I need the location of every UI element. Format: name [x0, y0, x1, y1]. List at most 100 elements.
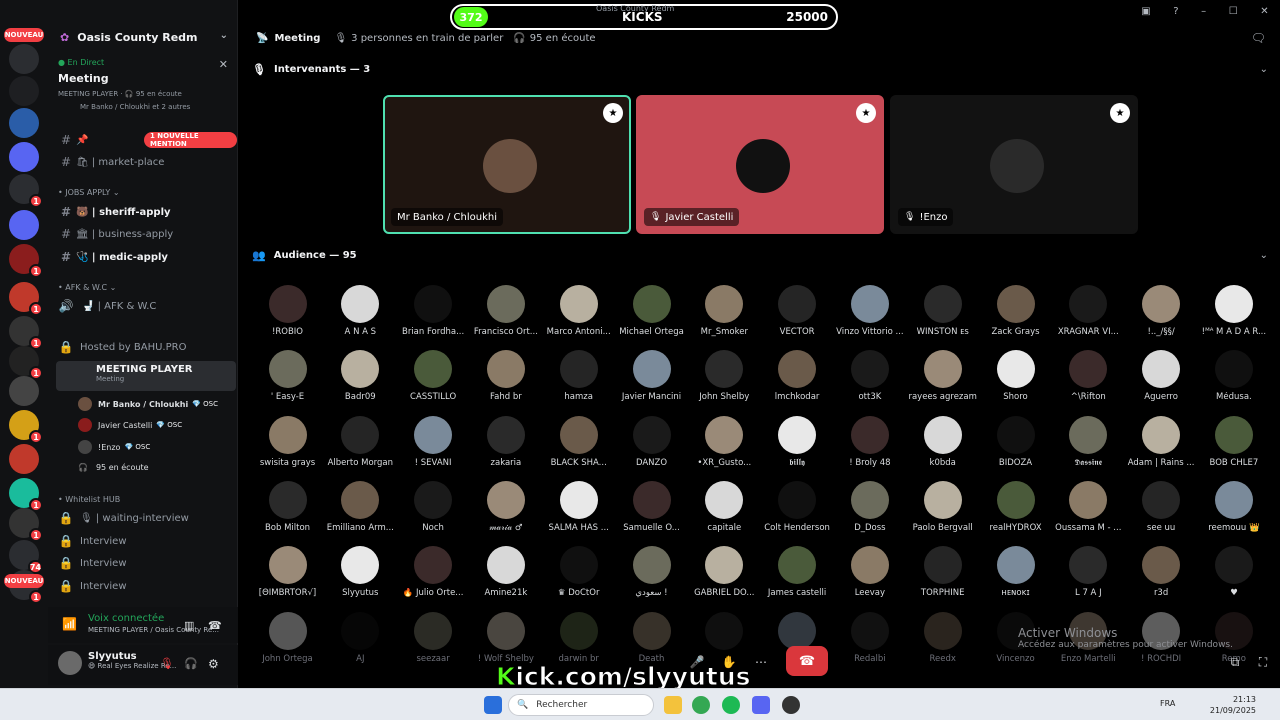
headphones-icon[interactable]: 🎧 — [184, 657, 198, 670]
audience-member[interactable]: AJ — [324, 611, 397, 664]
voice-user[interactable]: Mr Banko / Chloukhi 💎 OSC — [78, 394, 238, 414]
taskbar-clock[interactable]: 21:13 21/09/2025 — [1210, 694, 1256, 716]
audience-member[interactable]: Amine21k — [469, 546, 542, 598]
audience-member[interactable]: سعودي ! — [615, 546, 688, 598]
channel-waiting-interview[interactable]: 🔒 🎙 | waiting-interview — [56, 508, 236, 528]
server-icon[interactable]: 1 — [9, 478, 43, 512]
pin-icon[interactable]: ★ — [603, 103, 623, 123]
speaker-tile[interactable]: Mr Banko / Chloukhi ★ — [383, 95, 631, 234]
maximize-icon[interactable]: ☐ — [1229, 6, 1238, 17]
pin-icon[interactable]: ★ — [856, 103, 876, 123]
audience-member[interactable]: ♥ — [1197, 546, 1270, 598]
mention-badge[interactable]: 1 NOUVELLE MENTION — [144, 132, 237, 148]
obs-icon[interactable] — [782, 696, 800, 714]
gear-icon[interactable]: ⚙ — [208, 657, 219, 671]
chrome-icon[interactable] — [692, 696, 710, 714]
avatar[interactable] — [58, 651, 82, 675]
mic-muted-icon[interactable]: 🎙 — [160, 657, 174, 670]
audience-member[interactable]: L 7 A J — [1052, 546, 1125, 598]
channel-afk[interactable]: 🔊 🚽 | AFK & W.C — [56, 296, 236, 316]
voice-user[interactable]: Javier Castelli 💎 OSC — [78, 415, 238, 435]
audience-member[interactable]: Fahd br — [469, 350, 542, 402]
audience-header[interactable]: 👥 Audience — 95 — [252, 249, 357, 262]
audience-member[interactable]: capitale — [688, 480, 761, 533]
audience-member[interactable]: Michael Ortega — [615, 285, 688, 337]
audience-member[interactable]: realHYDROX — [979, 480, 1052, 533]
audience-member[interactable]: !ROBIO — [251, 285, 324, 337]
windows-start-icon[interactable] — [484, 696, 502, 714]
audience-member[interactable]: SALMA HAS ... — [542, 480, 615, 533]
server-icon[interactable] — [9, 76, 39, 106]
leave-stage-button[interactable]: ☎ — [786, 646, 828, 676]
audience-member[interactable]: rayees agrezam — [906, 350, 979, 402]
audience-member[interactable]: Slyyutus — [324, 546, 397, 598]
audience-member[interactable]: 🔥 Julio Orte... — [397, 546, 470, 598]
audience-member[interactable]: Emilliano Arm... — [324, 480, 397, 533]
audience-member[interactable]: James castelli — [761, 546, 834, 598]
audience-member[interactable]: Shoro — [979, 350, 1052, 402]
audience-member[interactable]: ' Easy-E — [251, 350, 324, 402]
audience-member[interactable]: r3d — [1125, 546, 1198, 598]
audience-member[interactable]: 𝖇𝖎𝖑𝖑𝖞 — [761, 415, 834, 468]
audience-member[interactable]: GABRIEL DO... — [688, 546, 761, 598]
voice-listeners[interactable]: 🎧 95 en écoute — [78, 457, 238, 477]
server-icon[interactable]: 1 — [9, 282, 43, 316]
server-icon[interactable] — [9, 108, 39, 138]
channel-interview[interactable]: 🔒 Interview — [56, 553, 236, 573]
channel-market-place[interactable]: # 🛍 | market-place — [56, 152, 236, 172]
audience-member[interactable]: •XR_Gusto... — [688, 415, 761, 468]
keyboard-language[interactable]: FRA — [1160, 699, 1175, 708]
chevron-down-icon[interactable]: ⌄ — [1260, 250, 1268, 261]
audience-member[interactable]: CASSTILLO — [397, 350, 470, 402]
server-icon[interactable]: 1 — [9, 244, 43, 278]
channel-business-apply[interactable]: # 🏛 | business-apply — [56, 224, 236, 244]
audience-member[interactable]: TORPHINE — [906, 546, 979, 598]
category-whitelist[interactable]: • Whitelist HUB — [58, 495, 120, 504]
channel-interview[interactable]: 🔒 Interview — [56, 531, 236, 551]
server-icon[interactable]: 1 — [9, 410, 43, 444]
server-icon[interactable] — [9, 210, 39, 240]
file-explorer-icon[interactable] — [664, 696, 682, 714]
more-options-icon[interactable]: ⋯ — [750, 648, 772, 676]
audience-member[interactable]: ^\Rifton — [1052, 350, 1125, 402]
help-icon[interactable]: ? — [1173, 6, 1178, 17]
server-icon[interactable] — [9, 444, 39, 474]
server-icon[interactable]: 1 — [9, 316, 43, 350]
audience-member[interactable]: ott3K — [833, 350, 906, 402]
category-jobs-apply[interactable]: • JOBS APPLY ⌄ — [58, 188, 120, 197]
audience-member[interactable]: ! SEVANI — [397, 415, 470, 468]
audience-member[interactable]: Zack Grays — [979, 285, 1052, 337]
audience-member[interactable]: Leevay — [833, 546, 906, 598]
audience-member[interactable]: Vinzo Vittorio ... — [833, 285, 906, 337]
audience-member[interactable]: reemouu 👑 — [1197, 480, 1270, 533]
fullscreen-icon[interactable]: ⛶ — [1254, 648, 1272, 676]
voice-user[interactable]: !Enzo 💎 OSC — [78, 437, 238, 457]
audience-member[interactable]: DANZO — [615, 415, 688, 468]
server-icon[interactable] — [9, 142, 39, 172]
audience-member[interactable]: !ᴹᴬ M A D A R... — [1197, 285, 1270, 337]
channel-sheriff-apply[interactable]: # 🐻 | sheriff-apply — [56, 202, 236, 222]
audience-member[interactable]: swisita grays — [251, 415, 324, 468]
inbox-icon[interactable]: ▣ — [1141, 6, 1150, 17]
pin-icon[interactable]: ★ — [1110, 103, 1130, 123]
audience-member[interactable]: ♛ DoCtOr — [542, 546, 615, 598]
audience-member[interactable]: lmchkodar — [761, 350, 834, 402]
audience-member[interactable]: Oussama M - ... — [1052, 480, 1125, 533]
minimize-icon[interactable]: – — [1201, 6, 1206, 17]
threads-icon[interactable]: 🗨 — [1251, 31, 1266, 45]
server-icon[interactable]: 1 — [9, 508, 43, 542]
audience-member[interactable]: !.._/§§/ — [1125, 285, 1198, 337]
audience-member[interactable]: ! Broly 48 — [833, 415, 906, 468]
server-icon[interactable]: 74 — [9, 540, 43, 574]
audience-member[interactable]: ! Wolf Shelby — [469, 611, 542, 664]
audience-member[interactable]: Redalbi — [833, 611, 906, 664]
audience-member[interactable]: John Shelby — [688, 350, 761, 402]
audience-member[interactable]: XRAGNAR VI... — [1052, 285, 1125, 337]
audience-member[interactable]: k0bda — [906, 415, 979, 468]
server-icon[interactable] — [9, 44, 39, 74]
audience-member[interactable]: [ΘIMBRTOR√] — [251, 546, 324, 598]
server-icon[interactable]: 1 — [9, 174, 43, 208]
audience-member[interactable]: Médusa. — [1197, 350, 1270, 402]
live-stage-card[interactable]: ● En Direct ✕ Meeting MEETING PLAYER · 🎧… — [58, 58, 234, 124]
audience-member[interactable]: darwin br — [542, 611, 615, 664]
